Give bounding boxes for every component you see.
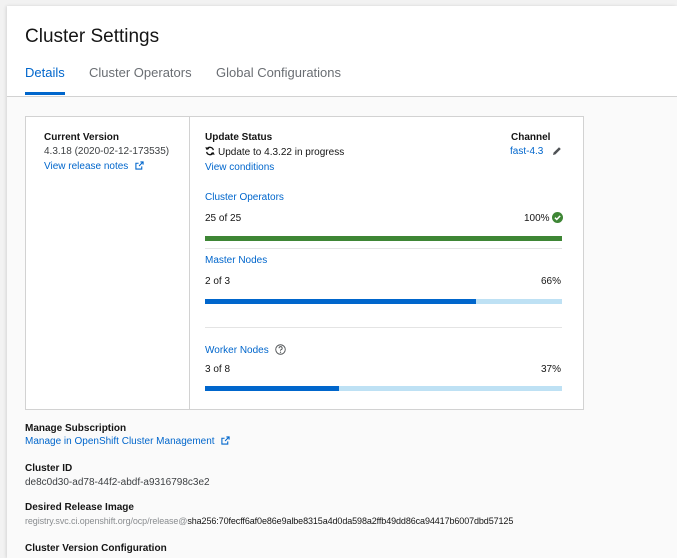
page-title: Cluster Settings <box>25 26 160 47</box>
tab-details[interactable]: Details <box>25 65 65 80</box>
version-config-heading: Cluster Version Configuration <box>25 543 167 554</box>
current-version-value: 4.3.18 (2020-02-12-173535) <box>44 146 170 157</box>
progress-count-worker-nodes: 3 of 8 <box>205 364 231 375</box>
progress-label-cluster-operators[interactable]: Cluster Operators <box>205 192 284 203</box>
update-status-heading: Update Status <box>205 132 273 143</box>
cluster-settings-page: Cluster Settings Details Cluster Operato… <box>7 6 677 558</box>
external-link-icon <box>135 161 144 170</box>
progress-fill-cluster-operators <box>205 236 562 241</box>
progress-label-master-nodes[interactable]: Master Nodes <box>205 255 267 266</box>
card-divider <box>189 117 190 409</box>
progress-count-cluster-operators: 25 of 25 <box>205 213 242 224</box>
sync-icon <box>205 146 215 156</box>
manage-subscription-link[interactable]: Manage in OpenShift Cluster Management <box>25 436 230 447</box>
progress-count-master-nodes: 2 of 3 <box>205 276 231 287</box>
release-notes-link[interactable]: View release notes <box>44 161 144 172</box>
progress-percent-master-nodes: 66% <box>541 276 562 287</box>
tab-cluster-operators[interactable]: Cluster Operators <box>89 65 192 80</box>
release-image-value: registry.svc.ci.openshift.org/ocp/releas… <box>25 516 513 526</box>
tab-bar: Details Cluster Operators Global Configu… <box>7 64 677 97</box>
release-notes-link-label: View release notes <box>44 161 129 172</box>
release-image-heading: Desired Release Image <box>25 502 134 513</box>
release-image-registry: registry.svc.ci.openshift.org/ocp/releas… <box>25 516 188 526</box>
update-status-row: Update to 4.3.22 in progress <box>205 146 344 158</box>
progress-percent-cluster-operators: 100% <box>524 213 550 224</box>
channel-heading: Channel <box>511 132 551 143</box>
current-version-heading: Current Version <box>44 132 120 143</box>
tab-global-configurations[interactable]: Global Configurations <box>216 65 341 80</box>
progress-bar-master-nodes <box>205 299 562 304</box>
active-tab-indicator <box>25 92 65 95</box>
cluster-id-heading: Cluster ID <box>25 463 73 474</box>
cluster-id-value: de8c0d30-ad78-44f2-abdf-a9316798c3e2 <box>25 477 210 488</box>
progress-fill-master-nodes <box>205 299 477 304</box>
progress-percent-worker-nodes: 37% <box>541 364 562 375</box>
section-divider <box>205 327 562 328</box>
progress-bar-cluster-operators <box>205 236 562 241</box>
manage-subscription-link-label: Manage in OpenShift Cluster Management <box>25 436 215 447</box>
version-card: Current Version 4.3.18 (2020-02-12-17353… <box>25 116 584 410</box>
external-link-icon <box>221 436 230 445</box>
view-conditions-link[interactable]: View conditions <box>205 162 274 173</box>
release-image-digest: sha256:70fecff6af0e86e9albe8315a4d0da598… <box>187 516 514 526</box>
update-status-text: Update to 4.3.22 in progress <box>218 147 345 158</box>
channel-value[interactable]: fast-4.3 <box>510 146 543 157</box>
progress-label-worker-nodes[interactable]: Worker Nodes <box>205 344 286 356</box>
help-icon[interactable] <box>274 344 286 355</box>
progress-fill-worker-nodes <box>205 386 339 391</box>
section-divider <box>205 248 562 249</box>
progress-label-worker-nodes-text: Worker Nodes <box>205 345 269 356</box>
pencil-icon[interactable] <box>552 146 562 156</box>
progress-bar-worker-nodes <box>205 386 562 391</box>
manage-subscription-heading: Manage Subscription <box>25 423 127 434</box>
check-circle-icon <box>552 212 563 223</box>
